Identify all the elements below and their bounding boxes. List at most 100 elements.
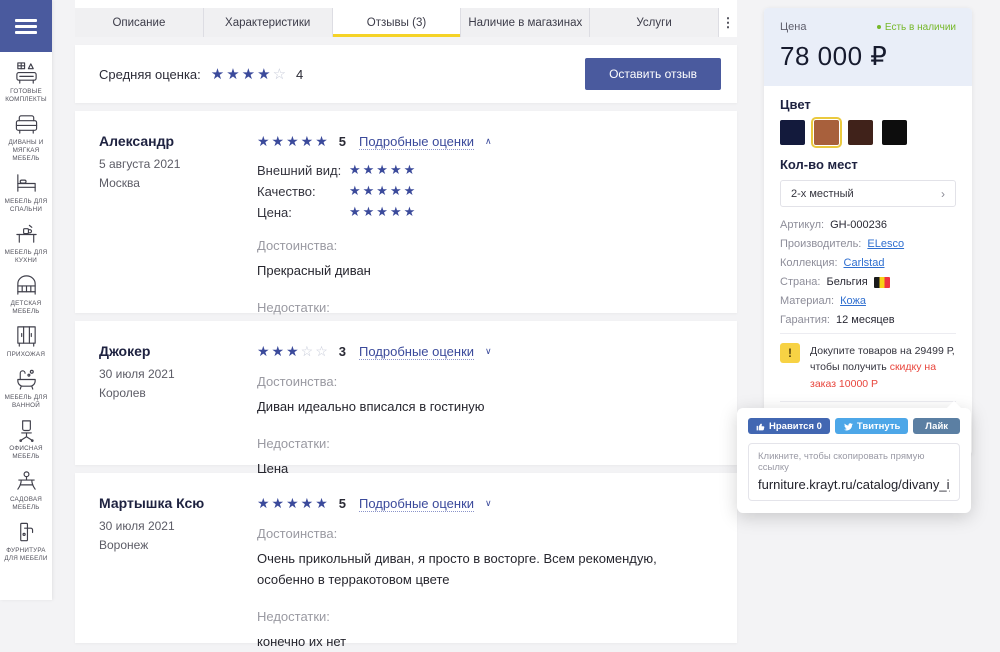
color-swatch-brown[interactable] bbox=[848, 120, 873, 145]
chevron-down-icon[interactable]: ∨ bbox=[485, 346, 492, 357]
review-item: Александр 5 августа 2021 Москва ★★★★★ 5 … bbox=[75, 111, 737, 313]
detail-rating-stars: ★★★★★ bbox=[349, 204, 417, 220]
category-sidebar: ГОТОВЫЕ КОМПЛЕКТЫ ДИВАНЫ И МЯГКАЯ МЕБЕЛЬ… bbox=[0, 0, 52, 600]
average-rating-value: 4 bbox=[296, 67, 303, 82]
chevron-right-icon: › bbox=[941, 187, 945, 201]
detail-rating-label: Цена: bbox=[257, 205, 349, 220]
cons-label: Недостатки: bbox=[257, 300, 713, 315]
exclamation-icon: ! bbox=[780, 343, 800, 363]
sidebar-item-label: ГОТОВЫЕ КОМПЛЕКТЫ bbox=[0, 88, 52, 104]
tab-description[interactable]: Описание bbox=[75, 8, 204, 37]
pros-label: Достоинства: bbox=[257, 374, 713, 389]
like-label: Лайк bbox=[925, 421, 948, 432]
sidebar-item-office[interactable]: ОФИСНАЯ МЕБЕЛЬ bbox=[0, 418, 52, 461]
material-link[interactable]: Кожа bbox=[840, 295, 866, 307]
facebook-like-button[interactable]: Нравится 0 bbox=[748, 418, 830, 434]
crib-icon bbox=[14, 273, 39, 298]
review-city: Воронеж bbox=[99, 538, 257, 552]
detail-rating-label: Качество: bbox=[257, 184, 349, 199]
sidebar-item-garden[interactable]: САДОВАЯ МЕБЕЛЬ bbox=[0, 469, 52, 512]
sofa-icon bbox=[14, 112, 39, 137]
color-swatch-terracotta-selected[interactable] bbox=[814, 120, 839, 145]
reviewer-name: Александр bbox=[99, 133, 257, 149]
cons-label: Недостатки: bbox=[257, 436, 713, 451]
review-item: Мартышка Ксю 30 июля 2021 Воронеж ★★★★★ … bbox=[75, 473, 737, 643]
product-purchase-panel: Цена Есть в наличии 78 000 ₽ Цвет Кол-во… bbox=[764, 8, 972, 455]
detail-rating-label: Внешний вид: bbox=[257, 163, 349, 178]
copy-link-hint: Кликните, чтобы скопировать прямую ссылк… bbox=[758, 451, 950, 473]
review-score: 5 bbox=[339, 134, 346, 149]
facebook-like-label: Нравится 0 bbox=[769, 421, 822, 432]
seats-label: Кол-во мест bbox=[780, 157, 956, 172]
reviewer-name: Мартышка Ксю bbox=[99, 495, 257, 511]
rating-summary-card: Средняя оценка: ★★★★☆ 4 Оставить отзыв bbox=[75, 45, 737, 103]
sidebar-item-hardware[interactable]: ФУРНИТУРА ДЛЯ МЕБЕЛИ bbox=[0, 520, 52, 563]
detailed-ratings-link[interactable]: Подробные оценки bbox=[359, 134, 474, 150]
tabs-overflow-button[interactable]: ⋮ bbox=[719, 8, 737, 37]
discount-promo: ! Докупите товаров на 29499 Р, чтобы пол… bbox=[780, 333, 956, 402]
product-attributes: Артикул:GH-000236 Производитель:ELesco К… bbox=[780, 219, 956, 326]
detailed-ratings: Внешний вид: ★★★★★ Качество: ★★★★★ Цена:… bbox=[257, 162, 713, 220]
detail-rating-stars: ★★★★★ bbox=[349, 183, 417, 199]
menu-button[interactable] bbox=[0, 0, 52, 52]
attribute-value: Бельгия bbox=[826, 276, 867, 288]
review-score: 5 bbox=[339, 496, 346, 511]
collection-link[interactable]: Carlstad bbox=[844, 257, 885, 269]
sidebar-item-ready-sets[interactable]: ГОТОВЫЕ КОМПЛЕКТЫ bbox=[0, 61, 52, 104]
pros-label: Достоинства: bbox=[257, 526, 713, 541]
sidebar-item-label: ФУРНИТУРА ДЛЯ МЕБЕЛИ bbox=[0, 547, 52, 563]
sidebar-item-label: ПРИХОЖАЯ bbox=[5, 351, 47, 359]
sidebar-item-label: МЕБЕЛЬ ДЛЯ КУХНИ bbox=[0, 249, 52, 265]
sidebar-item-hallway[interactable]: ПРИХОЖАЯ bbox=[0, 324, 52, 359]
sidebar-item-bathroom[interactable]: МЕБЕЛЬ ДЛЯ ВАННОЙ bbox=[0, 367, 52, 410]
chevron-up-icon[interactable]: ∧ bbox=[485, 136, 492, 147]
leave-review-button[interactable]: Оставить отзыв bbox=[585, 58, 721, 90]
sidebar-item-label: МЕБЕЛЬ ДЛЯ ВАННОЙ bbox=[0, 394, 52, 410]
detailed-ratings-link[interactable]: Подробные оценки bbox=[359, 344, 474, 360]
office-chair-icon bbox=[14, 418, 39, 443]
tab-specs[interactable]: Характеристики bbox=[204, 8, 333, 37]
twitter-bird-icon bbox=[843, 422, 853, 431]
tweet-label: Твитнуть bbox=[857, 421, 900, 432]
tab-reviews[interactable]: Отзывы (3) bbox=[333, 8, 462, 37]
bath-icon bbox=[14, 367, 39, 392]
attribute-label: Страна: bbox=[780, 276, 820, 288]
average-rating-label: Средняя оценка: bbox=[99, 67, 201, 82]
chevron-down-icon[interactable]: ∨ bbox=[485, 498, 492, 509]
color-swatch-black[interactable] bbox=[882, 120, 907, 145]
sidebar-item-bedroom[interactable]: МЕБЕЛЬ ДЛЯ СПАЛЬНИ bbox=[0, 171, 52, 214]
bed-icon bbox=[14, 171, 39, 196]
like-button[interactable]: Лайк bbox=[913, 418, 960, 434]
reviewer-name: Джокер bbox=[99, 343, 257, 359]
color-swatch-navy[interactable] bbox=[780, 120, 805, 145]
manufacturer-link[interactable]: ELesco bbox=[867, 238, 904, 250]
sidebar-item-kids[interactable]: ДЕТСКАЯ МЕБЕЛЬ bbox=[0, 273, 52, 316]
tab-services[interactable]: Услуги bbox=[590, 8, 719, 37]
pros-text: Очень прикольный диван, я просто в восто… bbox=[257, 549, 713, 591]
pros-label: Достоинства: bbox=[257, 238, 713, 253]
attribute-label: Артикул: bbox=[780, 219, 824, 231]
seats-select[interactable]: 2-х местный › bbox=[780, 180, 956, 207]
review-date: 5 августа 2021 bbox=[99, 157, 257, 171]
sidebar-item-sofas[interactable]: ДИВАНЫ И МЯГКАЯ МЕБЕЛЬ bbox=[0, 112, 52, 163]
detailed-ratings-link[interactable]: Подробные оценки bbox=[359, 496, 474, 512]
in-stock-dot-icon bbox=[877, 25, 881, 29]
copy-link-box[interactable]: Кликните, чтобы скопировать прямую ссылк… bbox=[748, 443, 960, 501]
sidebar-item-label: САДОВАЯ МЕБЕЛЬ bbox=[0, 496, 52, 512]
cons-label: Недостатки: bbox=[257, 609, 713, 624]
product-price: 78 000 ₽ bbox=[780, 41, 956, 72]
detail-rating-stars: ★★★★★ bbox=[349, 162, 417, 178]
tab-availability[interactable]: Наличие в магазинах bbox=[461, 8, 590, 37]
tweet-button[interactable]: Твитнуть bbox=[835, 418, 908, 434]
attribute-label: Материал: bbox=[780, 295, 834, 307]
review-score: 3 bbox=[339, 344, 346, 359]
thumb-up-icon bbox=[756, 422, 765, 431]
attribute-label: Коллекция: bbox=[780, 257, 838, 269]
product-tabs: Описание Характеристики Отзывы (3) Налич… bbox=[75, 8, 737, 37]
color-label: Цвет bbox=[780, 97, 956, 112]
wardrobe-icon bbox=[14, 324, 39, 349]
sidebar-item-kitchen[interactable]: МЕБЕЛЬ ДЛЯ КУХНИ bbox=[0, 222, 52, 265]
availability-status: Есть в наличии bbox=[877, 22, 956, 33]
attribute-value: GH-000236 bbox=[830, 219, 887, 231]
price-section: Цена Есть в наличии 78 000 ₽ bbox=[764, 8, 972, 86]
